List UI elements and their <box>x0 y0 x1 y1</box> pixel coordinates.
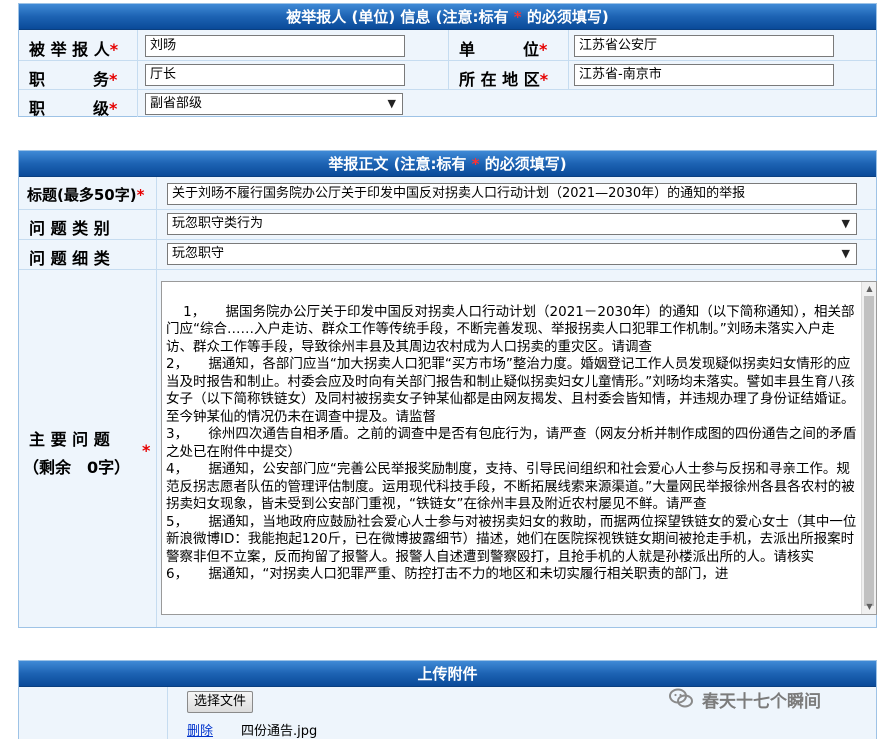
region-input[interactable]: 江苏省-南京市 <box>574 64 834 86</box>
position-label: 职 务* <box>29 70 118 89</box>
row-divider <box>19 209 876 210</box>
main-problem-label: 主 要 问 题 <box>29 430 110 449</box>
attachment-file-name: 四份通告.jpg <box>241 724 318 739</box>
category-label: 问 题 类 别 <box>29 219 110 238</box>
scroll-down-icon[interactable]: ▼ <box>862 600 876 614</box>
row-divider <box>19 239 876 240</box>
remaining-chars-label: （剩余 0字） <box>23 458 131 477</box>
col-divider <box>137 30 138 117</box>
reported-name-label: 被 举 报 人* <box>29 40 119 59</box>
reported-person-header: 被举报人 (单位) 信息 (注意:标有 * 的必须填写) <box>19 4 876 30</box>
row-divider <box>19 269 876 270</box>
reported-name-input[interactable]: 刘旸 <box>145 35 405 57</box>
chevron-down-icon: ▼ <box>841 247 850 260</box>
region-label: 所 在 地 区* <box>459 70 549 89</box>
textarea-scrollbar[interactable]: ▲ ▼ <box>861 282 876 614</box>
attachment-header: 上传附件 <box>19 661 876 687</box>
watermark-text: 春天十七个瞬间 <box>702 692 821 712</box>
main-problem-textarea[interactable]: 1， 据国务院办公厅关于印发中国反对拐卖人口行动计划（2021－2030年）的通… <box>161 281 877 615</box>
delete-attachment-link[interactable]: 删除 <box>187 720 213 739</box>
unit-input[interactable]: 江苏省公安厅 <box>574 35 834 57</box>
report-body-header: 举报正文 (注意:标有 * 的必须填写) <box>19 151 876 177</box>
col-divider <box>568 30 569 89</box>
choose-file-button[interactable]: 选择文件 <box>187 691 254 713</box>
detail-label: 问 题 细 类 <box>29 249 110 268</box>
wechat-logo-icon <box>668 685 694 711</box>
unit-label: 单 位* <box>459 40 548 59</box>
required-star: * <box>142 441 151 460</box>
position-input[interactable]: 厅长 <box>145 64 405 86</box>
report-title-label: 标题(最多50字)* <box>27 186 145 204</box>
col-divider <box>448 30 449 89</box>
scroll-thumb[interactable] <box>864 296 874 606</box>
rank-label: 职 级* <box>29 99 118 118</box>
scroll-up-icon[interactable]: ▲ <box>862 282 876 296</box>
col-divider <box>156 177 157 627</box>
chevron-down-icon: ▼ <box>387 97 396 110</box>
row-divider <box>19 89 876 90</box>
category-select[interactable]: 玩忽职守类行为 ▼ <box>167 213 857 235</box>
col-divider <box>167 687 168 739</box>
chevron-down-icon: ▼ <box>841 217 850 230</box>
detail-select[interactable]: 玩忽职守 ▼ <box>167 243 857 265</box>
report-body-section: 举报正文 (注意:标有 * 的必须填写) 标题(最多50字)* 关于刘旸不履行国… <box>18 150 877 628</box>
reported-person-section: 被举报人 (单位) 信息 (注意:标有 * 的必须填写) 被 举 报 人* 刘旸… <box>18 3 877 118</box>
report-title-input[interactable]: 关于刘旸不履行国务院办公厅关于印发中国反对拐卖人口行动计划（2021—2030年… <box>167 183 857 205</box>
rank-select[interactable]: 副省部级 ▼ <box>145 93 403 115</box>
